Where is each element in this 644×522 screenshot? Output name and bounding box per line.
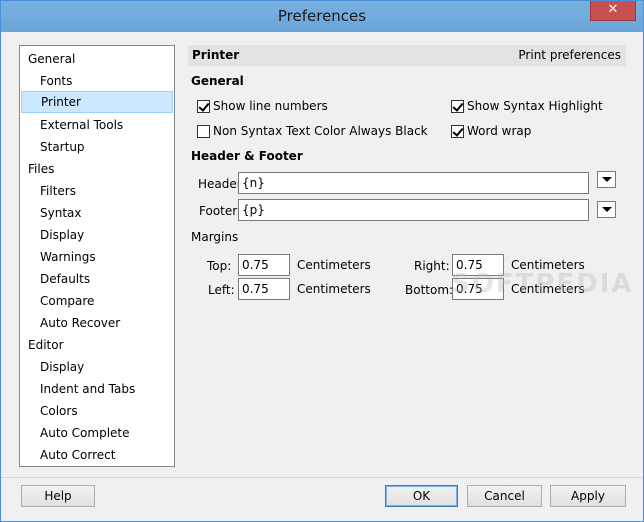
panel-subtitle: Print preferences <box>518 48 621 62</box>
checkbox-checked-icon <box>451 124 464 138</box>
tree-item-editor[interactable]: Editor <box>28 334 64 356</box>
footer-input[interactable]: {p} <box>238 199 589 221</box>
general-section-title: General <box>191 74 244 88</box>
checkbox-unchecked-icon <box>197 124 210 138</box>
tree-item-colors[interactable]: Colors <box>40 400 78 422</box>
tree-item-files[interactable]: Files <box>28 158 54 180</box>
close-icon: ✕ <box>607 2 619 17</box>
bottom-margin-label: Bottom: <box>405 283 454 297</box>
ok-button[interactable]: OK <box>385 485 458 507</box>
margins-section-title: Margins <box>191 230 239 244</box>
window-title: Preferences <box>277 7 367 25</box>
panel-header: Printer Print preferences <box>188 45 626 66</box>
tree-item-editor-display[interactable]: Display <box>40 356 84 378</box>
checkbox-checked-icon <box>451 99 464 113</box>
tree-item-syntax[interactable]: Syntax <box>40 202 81 224</box>
tree-item-compare[interactable]: Compare <box>40 290 94 312</box>
tree-item-auto-recover[interactable]: Auto Recover <box>40 312 120 334</box>
header-footer-section-title: Header & Footer <box>191 149 303 163</box>
tree-item-auto-correct[interactable]: Auto Correct <box>40 444 115 466</box>
tree-item-external-tools[interactable]: External Tools <box>40 114 123 136</box>
softpedia-watermark: SOFTPEDIA <box>451 269 634 299</box>
left-margin-unit: Centimeters <box>297 282 371 296</box>
non-syntax-black-checkbox[interactable]: Non Syntax Text Color Always Black <box>197 124 428 138</box>
cancel-button[interactable]: Cancel <box>467 485 542 507</box>
close-button[interactable]: ✕ <box>590 1 636 21</box>
title-bar[interactable]: Preferences ✕ <box>1 1 643 32</box>
header-input[interactable]: {n} <box>238 172 589 194</box>
tree-item-indent-tabs[interactable]: Indent and Tabs <box>40 378 135 400</box>
top-margin-input[interactable]: 0.75 <box>238 254 290 276</box>
left-margin-input[interactable]: 0.75 <box>238 278 290 300</box>
left-margin-label: Left: <box>208 283 235 297</box>
tree-item-filters[interactable]: Filters <box>40 180 76 202</box>
apply-button[interactable]: Apply <box>550 485 626 507</box>
word-wrap-checkbox[interactable]: Word wrap <box>451 124 531 138</box>
tree-item-files-display[interactable]: Display <box>40 224 84 246</box>
show-syntax-highlight-label: Show Syntax Highlight <box>467 99 603 113</box>
tree-item-fonts[interactable]: Fonts <box>40 70 72 92</box>
panel-title: Printer <box>192 48 240 62</box>
footer-label: Footer: <box>199 204 242 218</box>
preferences-tree[interactable]: General Fonts Printer External Tools Sta… <box>19 45 175 467</box>
tree-item-warnings[interactable]: Warnings <box>40 246 96 268</box>
top-margin-unit: Centimeters <box>297 258 371 272</box>
footer-separator <box>1 477 643 478</box>
help-button[interactable]: Help <box>21 485 95 507</box>
show-line-numbers-checkbox[interactable]: Show line numbers <box>197 99 328 113</box>
top-margin-label: Top: <box>207 259 232 273</box>
tree-item-printer[interactable]: Printer <box>21 91 173 113</box>
checkbox-checked-icon <box>197 99 210 113</box>
word-wrap-label: Word wrap <box>467 124 532 138</box>
tree-item-startup[interactable]: Startup <box>40 136 85 158</box>
footer-macro-dropdown[interactable] <box>597 201 616 218</box>
right-margin-label: Right: <box>414 259 450 273</box>
tree-item-auto-complete[interactable]: Auto Complete <box>40 422 130 444</box>
non-syntax-black-label: Non Syntax Text Color Always Black <box>213 124 428 138</box>
preferences-window: Preferences ✕ General Fonts Printer Exte… <box>0 0 644 522</box>
tree-item-defaults[interactable]: Defaults <box>40 268 90 290</box>
show-line-numbers-label: Show line numbers <box>213 99 328 113</box>
show-syntax-highlight-checkbox[interactable]: Show Syntax Highlight <box>451 99 603 113</box>
header-macro-dropdown[interactable] <box>597 171 616 188</box>
tree-item-general[interactable]: General <box>28 48 75 70</box>
